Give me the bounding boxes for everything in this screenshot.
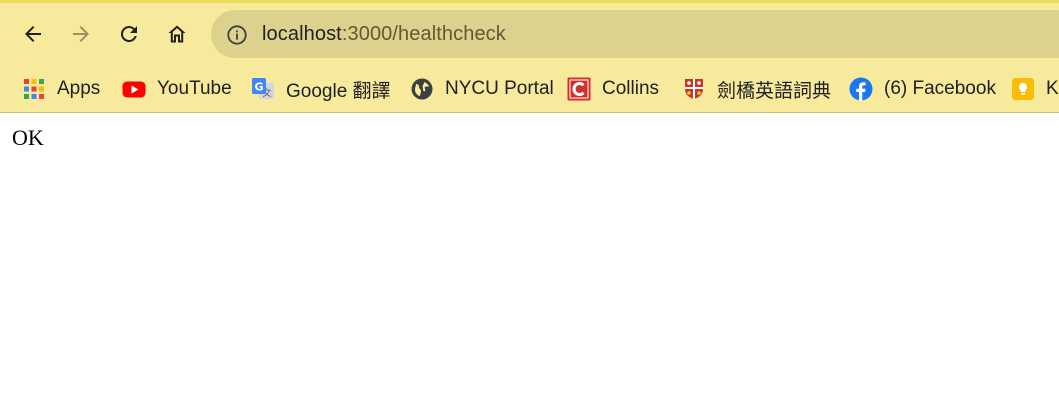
bookmarks-bar: Apps YouTube 文 G Google 翻譯 NYCU Portal C… <box>0 66 1059 113</box>
url-host: localhost <box>262 23 342 45</box>
apps-grid-icon <box>22 77 46 101</box>
bookmark-label: Google 翻譯 <box>286 80 391 102</box>
reload-button[interactable] <box>113 18 145 50</box>
globe-icon <box>410 77 434 101</box>
url-text[interactable]: localhost:3000/healthcheck <box>262 23 506 46</box>
bookmark-label: Collins <box>602 78 660 99</box>
bookmark-cambridge[interactable]: 劍橋英語詞典 <box>682 71 831 107</box>
back-button[interactable] <box>17 18 49 50</box>
bookmark-facebook[interactable]: (6) Facebook <box>849 71 996 107</box>
reload-icon <box>120 25 137 42</box>
bookmark-nycu-portal[interactable]: NYCU Portal <box>410 71 554 107</box>
svg-text:G: G <box>254 81 263 94</box>
home-button[interactable] <box>161 18 193 50</box>
arrow-right-icon <box>73 26 89 42</box>
forward-button[interactable] <box>65 18 97 50</box>
bookmark-label: NYCU Portal <box>445 78 554 99</box>
bookmark-label: Apps <box>57 78 101 99</box>
bookmark-label: YouTube <box>157 78 232 99</box>
address-bar[interactable]: localhost:3000/healthcheck <box>211 10 1059 58</box>
arrow-left-icon <box>25 26 41 42</box>
page-body-text: OK <box>12 125 44 150</box>
home-icon <box>168 25 186 43</box>
collins-icon <box>567 77 591 101</box>
bookmark-keep[interactable]: K <box>1011 71 1059 107</box>
facebook-icon <box>849 77 873 101</box>
keep-icon <box>1011 77 1035 101</box>
bookmark-google-translate[interactable]: 文 G Google 翻譯 <box>251 71 391 107</box>
youtube-icon <box>122 77 146 101</box>
google-translate-icon: 文 G <box>251 77 275 101</box>
bookmark-apps[interactable]: Apps <box>22 71 100 107</box>
browser-toolbar: localhost:3000/healthcheck <box>0 0 1059 66</box>
bookmark-youtube[interactable]: YouTube <box>122 71 232 107</box>
cambridge-icon <box>682 77 706 101</box>
bookmark-label: 劍橋英語詞典 <box>717 80 832 102</box>
bookmark-collins[interactable]: Collins <box>567 71 659 107</box>
url-path: :3000/healthcheck <box>341 23 506 45</box>
info-icon[interactable] <box>226 24 248 46</box>
bookmark-label: (6) Facebook <box>884 78 996 99</box>
bookmark-label: K <box>1046 78 1059 99</box>
